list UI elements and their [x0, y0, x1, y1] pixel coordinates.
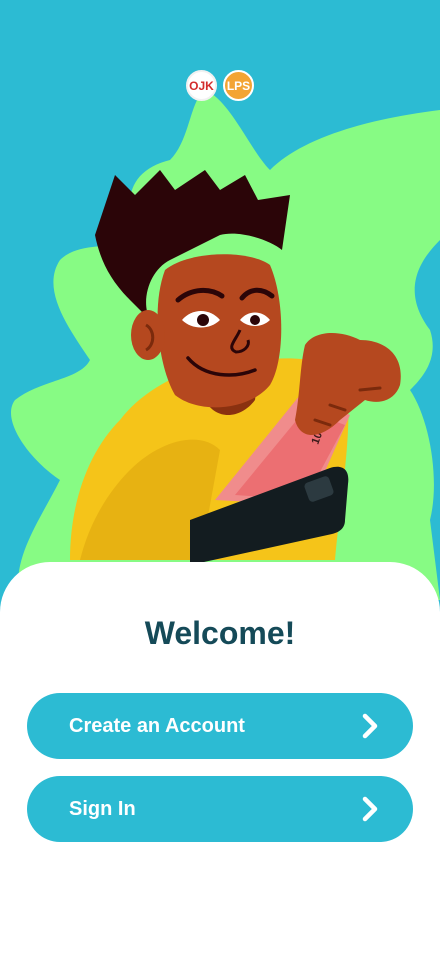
left-pupil: [197, 314, 209, 326]
lps-logo: LPS: [223, 70, 254, 101]
sign-in-label: Sign In: [69, 797, 136, 820]
chevron-right-icon: [362, 713, 378, 739]
partner-logos: OJK LPS: [0, 70, 440, 101]
sign-in-button[interactable]: Sign In: [27, 776, 413, 842]
welcome-title: Welcome!: [144, 615, 296, 651]
ojk-logo: OJK: [186, 70, 217, 101]
ear: [131, 310, 165, 360]
right-pupil: [250, 315, 260, 325]
create-account-button[interactable]: Create an Account: [27, 693, 413, 759]
chevron-right-icon: [362, 796, 378, 822]
face: [157, 254, 282, 408]
create-account-label: Create an Account: [69, 714, 245, 737]
